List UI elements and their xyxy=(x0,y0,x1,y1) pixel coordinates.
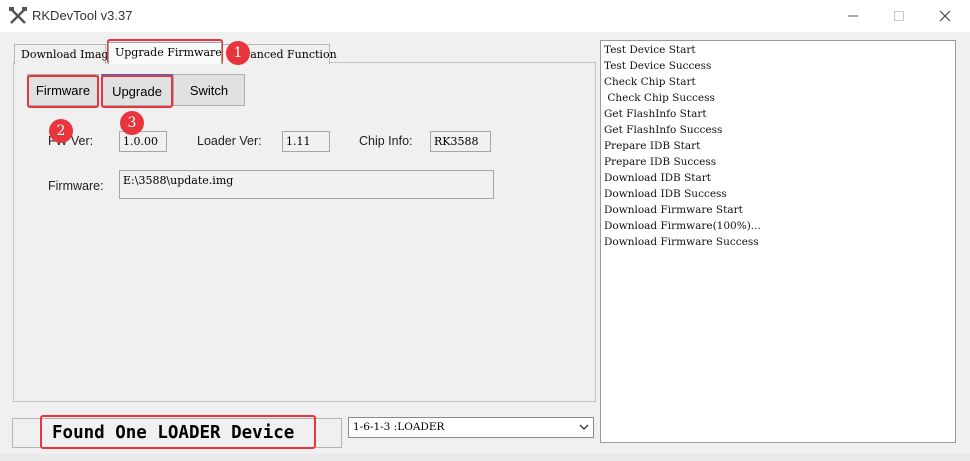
log-line: Get FlashInfo Start xyxy=(604,108,707,120)
chip-info-label: Chip Info: xyxy=(359,134,413,148)
loader-ver-field: 1.11 xyxy=(282,131,330,152)
upgrade-button[interactable]: Upgrade xyxy=(101,74,173,106)
close-button[interactable] xyxy=(922,0,968,32)
log-output[interactable]: Test Device Start Test Device Success Ch… xyxy=(600,40,956,443)
annotation-badge-1: 1 xyxy=(226,41,250,65)
device-select[interactable]: 1-6-1-3 :LOADER xyxy=(348,417,594,438)
log-line: Test Device Success xyxy=(604,60,712,72)
close-icon xyxy=(939,10,951,22)
log-line: Check Chip Success xyxy=(604,92,715,104)
annotation-badge-3: 3 xyxy=(120,111,144,135)
minimize-button[interactable] xyxy=(830,0,876,32)
firmware-path-field: E:\3588\update.img xyxy=(119,170,494,199)
firmware-button[interactable]: Firmware xyxy=(27,74,99,106)
maximize-button[interactable] xyxy=(876,0,922,32)
log-line: Download IDB Success xyxy=(604,188,727,200)
chip-info-field: RK3588 xyxy=(430,131,491,152)
window-title: RKDevTool v3.37 xyxy=(32,8,133,23)
crossed-tools-icon xyxy=(9,7,27,24)
log-line: Download Firmware Start xyxy=(604,204,743,216)
annotation-badge-2: 2 xyxy=(49,119,73,143)
log-line: Prepare IDB Start xyxy=(604,140,701,152)
tab-download-image[interactable]: Download Image xyxy=(14,44,115,64)
bottom-edge xyxy=(0,454,970,461)
chevron-down-icon xyxy=(579,424,589,430)
log-line: Prepare IDB Success xyxy=(604,156,717,168)
tab-upgrade-firmware[interactable]: Upgrade Firmware xyxy=(108,42,222,64)
log-line: Download IDB Start xyxy=(604,172,712,184)
status-message: Found One LOADER Device xyxy=(52,423,295,443)
firmware-path-label: Firmware: xyxy=(48,179,104,193)
log-line: Test Device Start xyxy=(604,44,696,56)
switch-button[interactable]: Switch xyxy=(173,74,245,106)
tab-panel xyxy=(13,62,596,402)
log-line: Check Chip Start xyxy=(604,76,696,88)
loader-ver-label: Loader Ver: xyxy=(197,134,262,148)
main-window: Download Image Upgrade Firmware Advanced… xyxy=(0,32,970,461)
maximize-icon xyxy=(894,11,904,21)
log-line: Download Firmware(100%)... xyxy=(604,220,761,232)
log-line: Get FlashInfo Success xyxy=(604,124,723,136)
device-select-value: 1-6-1-3 :LOADER xyxy=(353,421,445,433)
log-line: Download Firmware Success xyxy=(604,236,759,248)
minimize-icon xyxy=(848,15,858,17)
fw-ver-field: 1.0.00 xyxy=(119,131,167,152)
title-bar: RKDevTool v3.37 xyxy=(0,0,970,32)
